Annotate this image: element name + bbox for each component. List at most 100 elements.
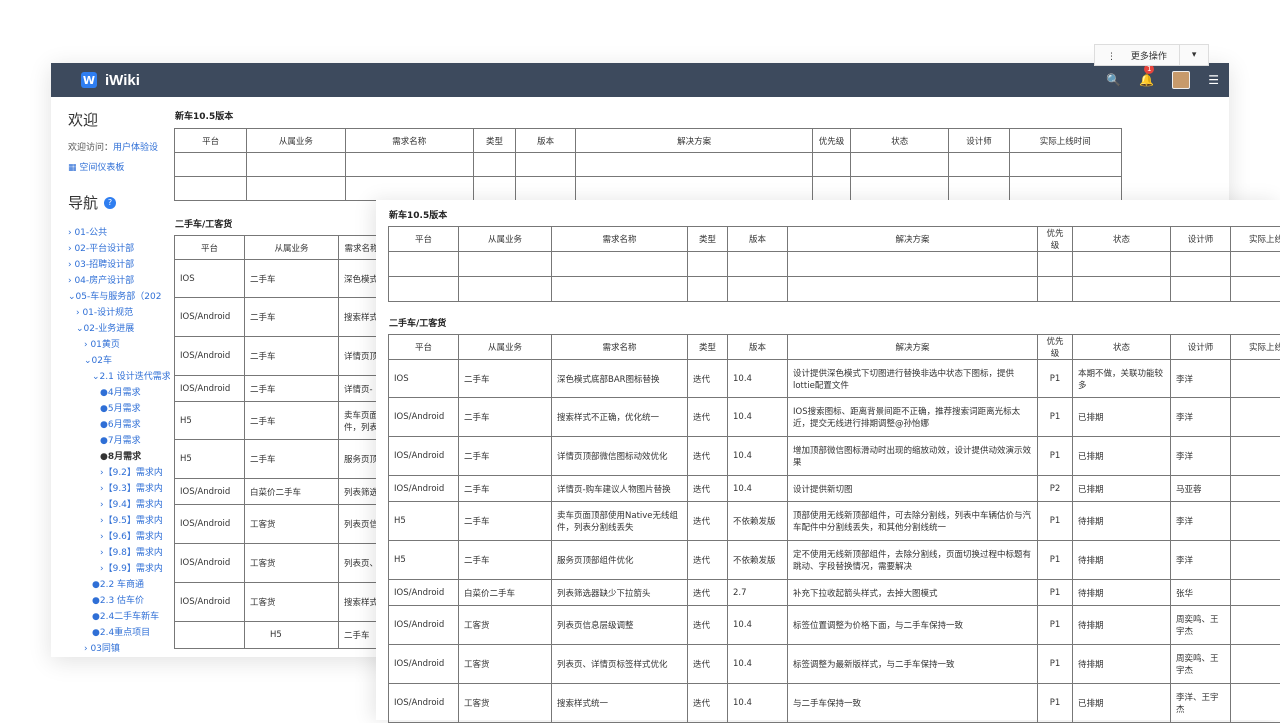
table-cell[interactable]: 补充下拉收起箭头样式，去掉大图模式 [788, 580, 1038, 606]
table-cell[interactable]: 李洋 [1171, 541, 1231, 580]
table-cell[interactable]: 二手车 [245, 402, 339, 440]
table-cell[interactable]: 工客货 [459, 606, 552, 645]
table-cell[interactable]: 迭代 [688, 437, 728, 476]
table-cell[interactable] [473, 153, 515, 177]
table-cell[interactable]: 二手车 [459, 541, 552, 580]
table-cell[interactable] [175, 622, 245, 649]
table-cell[interactable] [389, 252, 459, 277]
table-cell[interactable]: 迭代 [688, 541, 728, 580]
table-cell[interactable]: 二手车 [245, 260, 339, 298]
table-cell[interactable]: 不依赖发版 [728, 541, 788, 580]
table-cell[interactable]: 迭代 [688, 502, 728, 541]
table-cell[interactable]: IOS搜索图标、距离背景间距不正确，推荐搜索词距离光标太近，提交无线进行排期调整… [788, 398, 1038, 437]
table-cell[interactable]: 张华 [1171, 580, 1231, 606]
table-cell[interactable]: 工客货 [459, 684, 552, 723]
table-cell[interactable]: IOS/Android [175, 544, 245, 583]
table-cell[interactable]: 二手车 [459, 502, 552, 541]
table-cell[interactable]: P1 [1038, 502, 1073, 541]
table-cell[interactable]: 待排期 [1073, 645, 1171, 684]
table-cell[interactable]: 待排期 [1073, 606, 1171, 645]
table-cell[interactable] [812, 177, 850, 201]
table-cell[interactable]: IOS/Android [389, 476, 459, 502]
table-cell[interactable]: 已排期 [1073, 476, 1171, 502]
table-cell[interactable]: 2.7 [728, 580, 788, 606]
table-cell[interactable]: IOS [175, 260, 245, 298]
table-cell[interactable]: 白菜价二手车 [459, 580, 552, 606]
table-cell[interactable] [175, 177, 247, 201]
table-cell[interactable] [345, 177, 473, 201]
bell-icon[interactable]: 🔔 1 [1139, 73, 1154, 87]
table-cell[interactable] [1073, 277, 1171, 302]
table-cell[interactable]: 已排期 [1073, 398, 1171, 437]
table-cell[interactable] [728, 252, 788, 277]
table-cell[interactable]: 工客货 [245, 583, 339, 622]
table-cell[interactable]: 二手车 [245, 440, 339, 479]
table-cell[interactable]: 李洋 [1171, 502, 1231, 541]
table-cell[interactable]: H5 [389, 541, 459, 580]
table-cell[interactable] [1171, 252, 1231, 277]
table-cell[interactable]: H5 [175, 402, 245, 440]
table-cell[interactable] [1231, 645, 1280, 684]
table-cell[interactable]: IOS/Android [175, 479, 245, 505]
table-cell[interactable]: 二手车 [459, 437, 552, 476]
table-cell[interactable]: 列表页信息层级调整 [552, 606, 688, 645]
table-cell[interactable]: 迭代 [688, 398, 728, 437]
table-cell[interactable]: IOS/Android [389, 580, 459, 606]
table-cell[interactable] [1009, 153, 1121, 177]
table-cell[interactable] [459, 252, 552, 277]
table-cell[interactable] [247, 153, 345, 177]
table-cell[interactable]: 卖车页面顶部使用Native无线组件，列表分割线丢失 [552, 502, 688, 541]
table-cell[interactable]: IOS/Android [389, 437, 459, 476]
table-cell[interactable]: 二手车 [245, 337, 339, 376]
table-cell[interactable]: 10.4 [728, 360, 788, 398]
table-cell[interactable]: H5 [389, 502, 459, 541]
table-cell[interactable] [247, 177, 345, 201]
table-cell[interactable]: 迭代 [688, 360, 728, 398]
table-cell[interactable]: P1 [1038, 580, 1073, 606]
table-cell[interactable] [576, 177, 813, 201]
table-cell[interactable] [812, 153, 850, 177]
table-cell[interactable] [851, 153, 949, 177]
table-cell[interactable] [1009, 177, 1121, 201]
table-cell[interactable]: P1 [1038, 684, 1073, 723]
table-cell[interactable]: 迭代 [688, 606, 728, 645]
table-cell[interactable]: IOS/Android [175, 376, 245, 402]
table-cell[interactable]: 本期不做，关联功能较多 [1073, 360, 1171, 398]
table-cell[interactable]: 二手车 [459, 360, 552, 398]
table-cell[interactable] [1073, 252, 1171, 277]
table-cell[interactable]: IOS/Android [175, 298, 245, 337]
table-cell[interactable]: 周奕鸣、王宇杰 [1171, 606, 1231, 645]
table-cell[interactable]: 深色模式底部BAR图标替换 [552, 360, 688, 398]
search-icon[interactable]: 🔍 [1106, 73, 1121, 87]
table-cell[interactable] [1231, 360, 1280, 398]
table-cell[interactable]: 10.4 [728, 476, 788, 502]
table-cell[interactable]: 待排期 [1073, 541, 1171, 580]
table-cell[interactable]: IOS/Android [389, 645, 459, 684]
table-cell[interactable]: 与二手车保持一致 [788, 684, 1038, 723]
table-cell[interactable]: 搜索样式不正确，优化统一 [552, 398, 688, 437]
table-cell[interactable]: 迭代 [688, 580, 728, 606]
logo-icon[interactable]: W [81, 72, 97, 88]
table-cell[interactable] [516, 177, 576, 201]
table-cell[interactable] [1231, 502, 1280, 541]
table-cell[interactable]: 已排期 [1073, 437, 1171, 476]
table-cell[interactable]: 列表筛选器缺少下拉箭头 [552, 580, 688, 606]
table-cell[interactable] [389, 277, 459, 302]
table-cell[interactable] [516, 153, 576, 177]
table-cell[interactable]: 10.4 [728, 437, 788, 476]
table-cell[interactable]: 10.4 [728, 645, 788, 684]
table-cell[interactable] [1231, 398, 1280, 437]
table-cell[interactable] [1231, 684, 1280, 723]
table-cell[interactable]: 已排期 [1073, 684, 1171, 723]
table-cell[interactable]: IOS/Android [389, 398, 459, 437]
table-cell[interactable] [1038, 252, 1073, 277]
table-cell[interactable]: 马亚蓉 [1171, 476, 1231, 502]
table-cell[interactable]: 待排期 [1073, 580, 1171, 606]
table-cell[interactable]: IOS/Android [175, 583, 245, 622]
table-cell[interactable]: 二手车 [245, 298, 339, 337]
table-cell[interactable]: 设计提供深色模式下切图进行替换非选中状态下图标，提供lottie配置文件 [788, 360, 1038, 398]
table-cell[interactable]: 白菜价二手车 [245, 479, 339, 505]
help-icon[interactable]: ? [104, 197, 116, 209]
table-cell[interactable]: IOS/Android [175, 337, 245, 376]
table-cell[interactable]: 周奕鸣、王宇杰 [1171, 645, 1231, 684]
